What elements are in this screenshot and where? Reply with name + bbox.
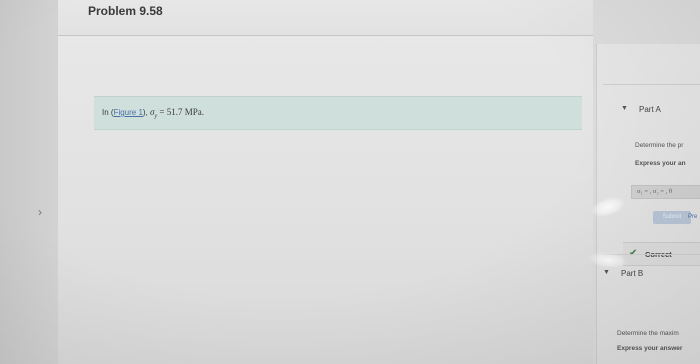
statement-prefix: In ( xyxy=(102,108,114,117)
divider xyxy=(603,84,700,85)
submit-button[interactable]: Submit xyxy=(653,211,691,224)
part-b-express: Express your answer xyxy=(617,345,683,352)
caret-down-icon: ▼ xyxy=(603,269,610,276)
answer-symbols: σ₁ =⁡ , σ₂ =⁡ , θ xyxy=(631,185,700,199)
figure-link[interactable]: Figure 1 xyxy=(114,108,143,117)
left-margin: › xyxy=(0,0,58,364)
part-a-header[interactable]: ▼ Part A xyxy=(597,100,700,120)
stress-value: = 51.7 MPa. xyxy=(157,107,204,117)
page-root: › Problem 9.58 In (Figure 1), σy = 51.7 … xyxy=(0,0,700,364)
part-a-label: Part A xyxy=(639,105,661,114)
problem-panel: Problem 9.58 In (Figure 1), σy = 51.7 MP… xyxy=(58,0,593,364)
problem-title: Problem 9.58 xyxy=(88,4,163,18)
caret-down-icon: ▼ xyxy=(621,105,628,112)
problem-statement-box: In (Figure 1), σy = 51.7 MPa. xyxy=(94,96,582,130)
part-a-express: Express your an xyxy=(635,160,686,167)
previous-answers-link[interactable]: Pre xyxy=(688,214,697,220)
screen-glare xyxy=(587,249,629,271)
problem-header: Problem 9.58 xyxy=(58,0,593,36)
problem-statement: In (Figure 1), σy = 51.7 MPa. xyxy=(102,107,204,120)
statement-middle: ), xyxy=(142,108,148,117)
part-a-instruction: Determine the pr xyxy=(635,142,684,149)
part-b-label: Part B xyxy=(621,269,644,278)
chevron-right-icon[interactable]: › xyxy=(38,206,46,218)
part-b-instruction: Determine the maxim xyxy=(617,330,679,337)
